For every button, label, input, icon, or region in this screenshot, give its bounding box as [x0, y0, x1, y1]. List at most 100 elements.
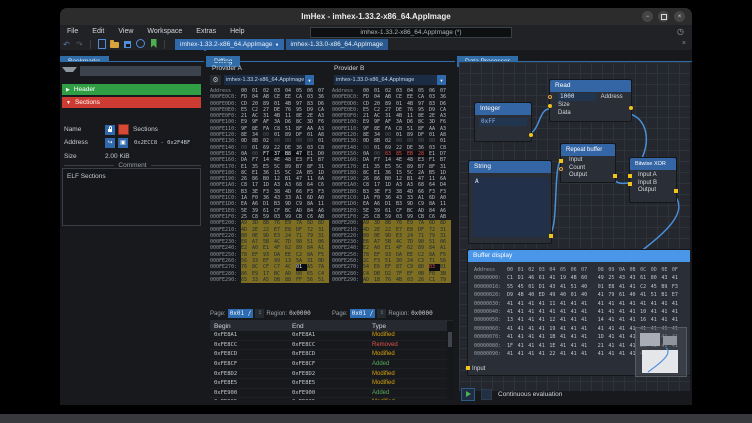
menu-help[interactable]: Help — [223, 28, 251, 35]
input-b-pin[interactable] — [628, 182, 632, 186]
menu-view[interactable]: View — [111, 28, 140, 35]
file-tab[interactable]: imhex-1.33.2-x86_64.AppImage● — [175, 39, 284, 51]
bookmark-address-value: 0x2ECC8 - 0x2F4BF — [131, 139, 193, 147]
integer-value-input[interactable]: 0xFF — [479, 118, 527, 126]
close-button[interactable]: × — [674, 11, 685, 22]
node-repeat-buffer[interactable]: Repeat buffer Input Count Output — [560, 143, 616, 183]
region-value-a: 0x0000 — [289, 310, 311, 317]
output-pin[interactable] — [549, 234, 553, 238]
gear-icon[interactable]: ⚙ — [210, 75, 221, 85]
read-address-input[interactable]: 1000 — [558, 93, 596, 101]
size-input-pin[interactable] — [548, 104, 552, 108]
continuous-evaluation-checkbox[interactable] — [481, 389, 492, 400]
provider-a-select[interactable]: imhex-1.33.2-x86_64.AppImage ▼ — [224, 75, 314, 85]
region-label: Region: — [266, 311, 287, 317]
evaluate-play-button[interactable] — [461, 388, 475, 401]
chevron-down-icon[interactable]: ▼ — [305, 75, 314, 85]
node-bitwise-xor[interactable]: Bitwise XOR Input A Input B Output — [629, 157, 677, 203]
menu-file[interactable]: File — [60, 28, 85, 35]
page-input-a[interactable]: 0x01 / — [228, 309, 254, 318]
buffer-input-label: Input — [472, 366, 485, 372]
name-label: Name — [64, 126, 105, 133]
input-a-label: Input A — [638, 172, 657, 178]
toolbar-separator — [164, 40, 165, 49]
recent-icon[interactable]: ◷ — [677, 27, 684, 36]
bookmark-size-value: 2.00 KiB — [105, 153, 130, 160]
output-pin[interactable] — [529, 133, 533, 137]
jump-to-address-icon[interactable]: ↪ — [105, 138, 115, 148]
input-a-pin[interactable] — [628, 174, 632, 178]
menu-edit[interactable]: Edit — [85, 28, 111, 35]
titlebar[interactable]: ImHex - imhex-1.33.2-x86_64.AppImage — [60, 8, 692, 25]
buffer-input-pin[interactable] — [466, 366, 470, 370]
address-input-pin[interactable] — [548, 95, 552, 99]
provider-a-value: imhex-1.33.2-x86_64.AppImage — [224, 77, 305, 83]
bookmark-color-swatch[interactable] — [118, 124, 129, 135]
bookmark-comment-input[interactable]: ELF Sections — [62, 168, 201, 226]
bookmark-entry-label: Header — [74, 86, 95, 93]
hex-view-provider-a[interactable]: Address0001020304050607000FE0C0:FD04ABCE… — [210, 88, 332, 306]
table-row[interactable]: 0xFE8CD0xFE8CDModified — [210, 350, 453, 360]
select-region-icon[interactable]: ▣ — [118, 138, 128, 148]
hex-row[interactable]: 000FE290:AD1B764B0326C179 — [332, 277, 454, 283]
maximize-button[interactable] — [658, 11, 669, 22]
bookmark-name-value: Sections — [133, 126, 158, 133]
provider-b-select[interactable]: imhex-1.33.0-x86_64.AppImage ▼ — [334, 75, 446, 85]
string-value-input[interactable]: A — [473, 177, 549, 237]
size-label: Size — [64, 153, 105, 160]
table-scrollbar[interactable] — [447, 321, 453, 400]
output-pin[interactable] — [613, 174, 617, 178]
toolbar-separator — [90, 40, 91, 49]
table-row[interactable]: 0xFE8A10xFE8A1Modified — [210, 331, 453, 341]
table-row[interactable]: 0xFE9000xFE900Added — [210, 389, 453, 399]
node-integer[interactable]: Integer 0xFF — [474, 102, 532, 142]
node-string[interactable]: String A — [468, 160, 552, 244]
diffing-panel: Diffing Provider A Provider B ⚙ imhex-1.… — [206, 50, 455, 402]
provider-a-label: Provider A — [212, 65, 242, 72]
input-pin[interactable] — [559, 159, 563, 163]
chevron-down-icon[interactable]: ▼ — [437, 75, 446, 85]
imhex-window: ImHex - imhex-1.33.2-x86_64.AppImage − ×… — [60, 8, 692, 405]
node-title: Repeat buffer — [561, 144, 615, 156]
desktop-taskbar[interactable] — [0, 414, 752, 423]
page-label: Page: — [210, 311, 226, 317]
page-input-b[interactable]: 0x01 / — [350, 309, 376, 318]
expanded-arrow-icon: ▼ — [66, 100, 71, 106]
hex-row[interactable]: 000FE290:6533A5DB88FF5651 — [210, 277, 332, 283]
region-value-b: 0x0000 — [411, 310, 433, 317]
output-pin-label: Output — [638, 187, 656, 193]
node-editor-minimap[interactable] — [635, 327, 687, 377]
bookmark-entry-header[interactable]: ▶ Header — [62, 84, 201, 95]
data-output-pin[interactable] — [629, 106, 633, 110]
tabbar-close-icon[interactable]: × — [682, 40, 686, 47]
node-read[interactable]: Read 1000 Address Size Data — [549, 79, 632, 122]
menu-extras[interactable]: Extras — [189, 28, 223, 35]
table-row[interactable]: 0xFE8CC0xFE8CCRemoved — [210, 341, 453, 351]
file-tab[interactable]: imhex-1.33.0-x86_64.AppImage — [286, 39, 389, 51]
table-row[interactable]: 0xFE8D20xFE8D2Modified — [210, 369, 453, 379]
output-pin-label: Output — [569, 172, 587, 178]
file-tabs: imhex-1.33.2-x86_64.AppImage●imhex-1.33.… — [175, 39, 388, 51]
page-controls-a: Page: 0x01 / ↕ Region: 0x0000 — [210, 308, 330, 319]
region-label: Region: — [388, 311, 409, 317]
count-pin-label: Count — [569, 165, 585, 171]
menu-workspace[interactable]: Workspace — [140, 28, 189, 35]
page-jump-icon[interactable]: ↕ — [255, 309, 264, 318]
lock-icon[interactable] — [105, 125, 115, 135]
table-row[interactable]: 0xFE8E50xFE8E5Modified — [210, 379, 453, 389]
diff-results-table[interactable]: Begin End Type 0xFE8A10xFE8A1Modified0xF… — [210, 320, 453, 400]
page-label: Page: — [332, 311, 348, 317]
bookmark-filter-input[interactable] — [80, 66, 201, 76]
node-editor-canvas[interactable]: Integer 0xFF Read 1000 Address Size — [459, 62, 690, 391]
hex-view-provider-b[interactable]: Address0001020304050607000FE0C0:FD04ABCE… — [332, 88, 454, 306]
count-pin[interactable] — [559, 167, 563, 171]
minimize-button[interactable]: − — [642, 11, 653, 22]
node-title: Read — [550, 80, 631, 92]
bookmark-entry-sections[interactable]: ▼ Sections — [62, 97, 201, 108]
output-pin[interactable] — [674, 189, 678, 193]
global-search-box[interactable]: imhex-1.33.2-x86_64.AppImage (*) — [310, 27, 512, 38]
table-row[interactable]: 0xFE8CF0xFE8CFAdded — [210, 360, 453, 370]
continuous-evaluation-label: Continuous evaluation — [498, 391, 562, 398]
table-row[interactable]: 0xFE9050xFE905Modified — [210, 398, 453, 400]
page-jump-icon[interactable]: ↕ — [377, 309, 386, 318]
